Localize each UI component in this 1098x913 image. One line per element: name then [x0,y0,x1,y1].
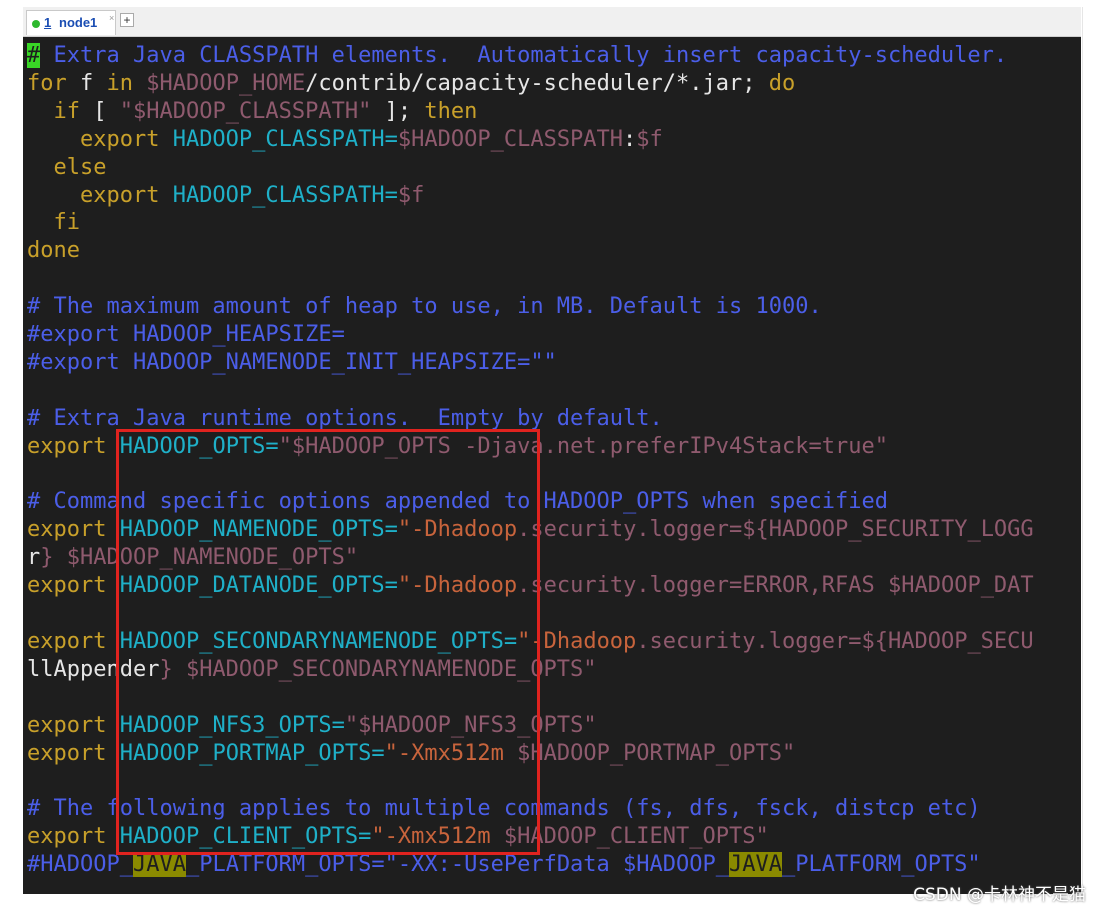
connected-status-icon [32,20,40,28]
code-token-variable: $HADOOP_HOME [133,70,306,96]
code-token-comment: #HADOOP_ [27,852,133,878]
code-token-plain: /contrib/capacity-scheduler/*.jar; [305,70,769,96]
code-line: done [27,237,80,265]
code-token-keyword: export [27,517,107,543]
highlight-annotation-box [116,429,540,855]
code-token-plain: [ [79,98,120,124]
code-token-hl: JAVA [132,852,186,878]
code-token-variable: $f [636,126,663,152]
code-token-hl: JAVA [729,852,782,878]
code-token-plain: f [66,70,107,96]
code-token-variable: .security.logger=ERROR,RFAS $HADOOP_DAT [517,573,1034,599]
code-token-keyword: export [27,628,107,654]
code-token-keyword: export [27,433,107,459]
watermark: CSDN @卡林神不是猫 [913,885,1086,905]
code-token-keyword: fi [27,210,80,236]
code-line: # Extra Java CLASSPATH elements. Automat… [27,42,1007,70]
code-token-keyword: if [27,98,80,124]
code-token-variable: $f [397,182,425,208]
code-token-identifier: HADOOP_CLASSPATH= [159,126,398,152]
code-token-comment: _PLATFORM_OPTS="-XX:-UsePerfData $HADOOP… [185,852,730,878]
tab-node1[interactable]: 1 node1 × [26,10,116,35]
code-line: export HADOOP_CLASSPATH=$f [27,182,424,210]
code-line: #export HADOOP_NAMENODE_INIT_HEAPSIZE="" [27,349,557,377]
code-line: if [ "$HADOOP_CLASSPATH" ]; then [27,98,477,126]
code-token-keyword: do [768,70,796,96]
code-token-variable: $HADOOP_PORTMAP_OPTS" [503,740,796,766]
tab-label: node1 [59,15,98,30]
code-line: #HADOOP_JAVA_PLATFORM_OPTS="-XX:-UsePerf… [27,851,981,879]
code-line: else [27,154,106,182]
code-token-comment: Extra Java CLASSPATH elements. Automatic… [40,43,1008,68]
code-token-cursor: # [27,43,41,68]
code-token-plain: ]; [371,98,425,124]
code-token-keyword: in [106,70,134,96]
code-line: # The maximum amount of heap to use, in … [27,293,822,321]
code-token-keyword: export [27,126,160,152]
code-token-keyword: for [27,70,67,96]
code-line: fi [27,209,80,237]
code-token-comment: # Extra Java runtime options. Empty by d… [27,405,663,431]
close-tab-icon[interactable]: × [109,13,114,23]
code-token-keyword: export [27,712,107,738]
code-line: for f in $HADOOP_HOME/contrib/capacity-s… [27,70,795,98]
code-token-identifier: HADOOP_CLASSPATH= [159,182,398,208]
code-line: #export HADOOP_HEAPSIZE= [27,321,345,349]
code-token-keyword: else [27,154,107,180]
code-token-keyword: done [27,238,80,264]
session-tab-bar: 1 node1 × + [23,7,1081,37]
code-token-plain: r [27,545,41,571]
code-token-keyword: export [27,182,160,208]
code-token-comment: #export HADOOP_HEAPSIZE= [27,322,345,347]
code-token-comment: _PLATFORM_OPTS" [782,852,981,878]
code-token-keyword: then [424,98,478,124]
code-token-variable: "$HADOOP_CLASSPATH" [119,98,372,124]
code-token-plain: : [623,126,637,152]
code-token-variable: $HADOOP_CLASSPATH [397,126,624,152]
code-token-variable: .security.logger=${HADOOP_SECURITY_LOGG [517,517,1034,543]
add-tab-button[interactable]: + [120,13,134,27]
window-edge [1082,7,1083,894]
code-line: export HADOOP_CLASSPATH=$HADOOP_CLASSPAT… [27,126,663,154]
code-token-comment: # The maximum amount of heap to use, in … [27,294,822,320]
code-token-variable: .security.logger=${HADOOP_SECU [636,628,1034,654]
code-token-keyword: export [27,824,107,850]
code-token-keyword: export [27,573,107,599]
code-token-comment: #export HADOOP_NAMENODE_INIT_HEAPSIZE="" [27,349,557,375]
tab-number: 1 [44,15,52,30]
code-token-keyword: export [27,740,107,766]
